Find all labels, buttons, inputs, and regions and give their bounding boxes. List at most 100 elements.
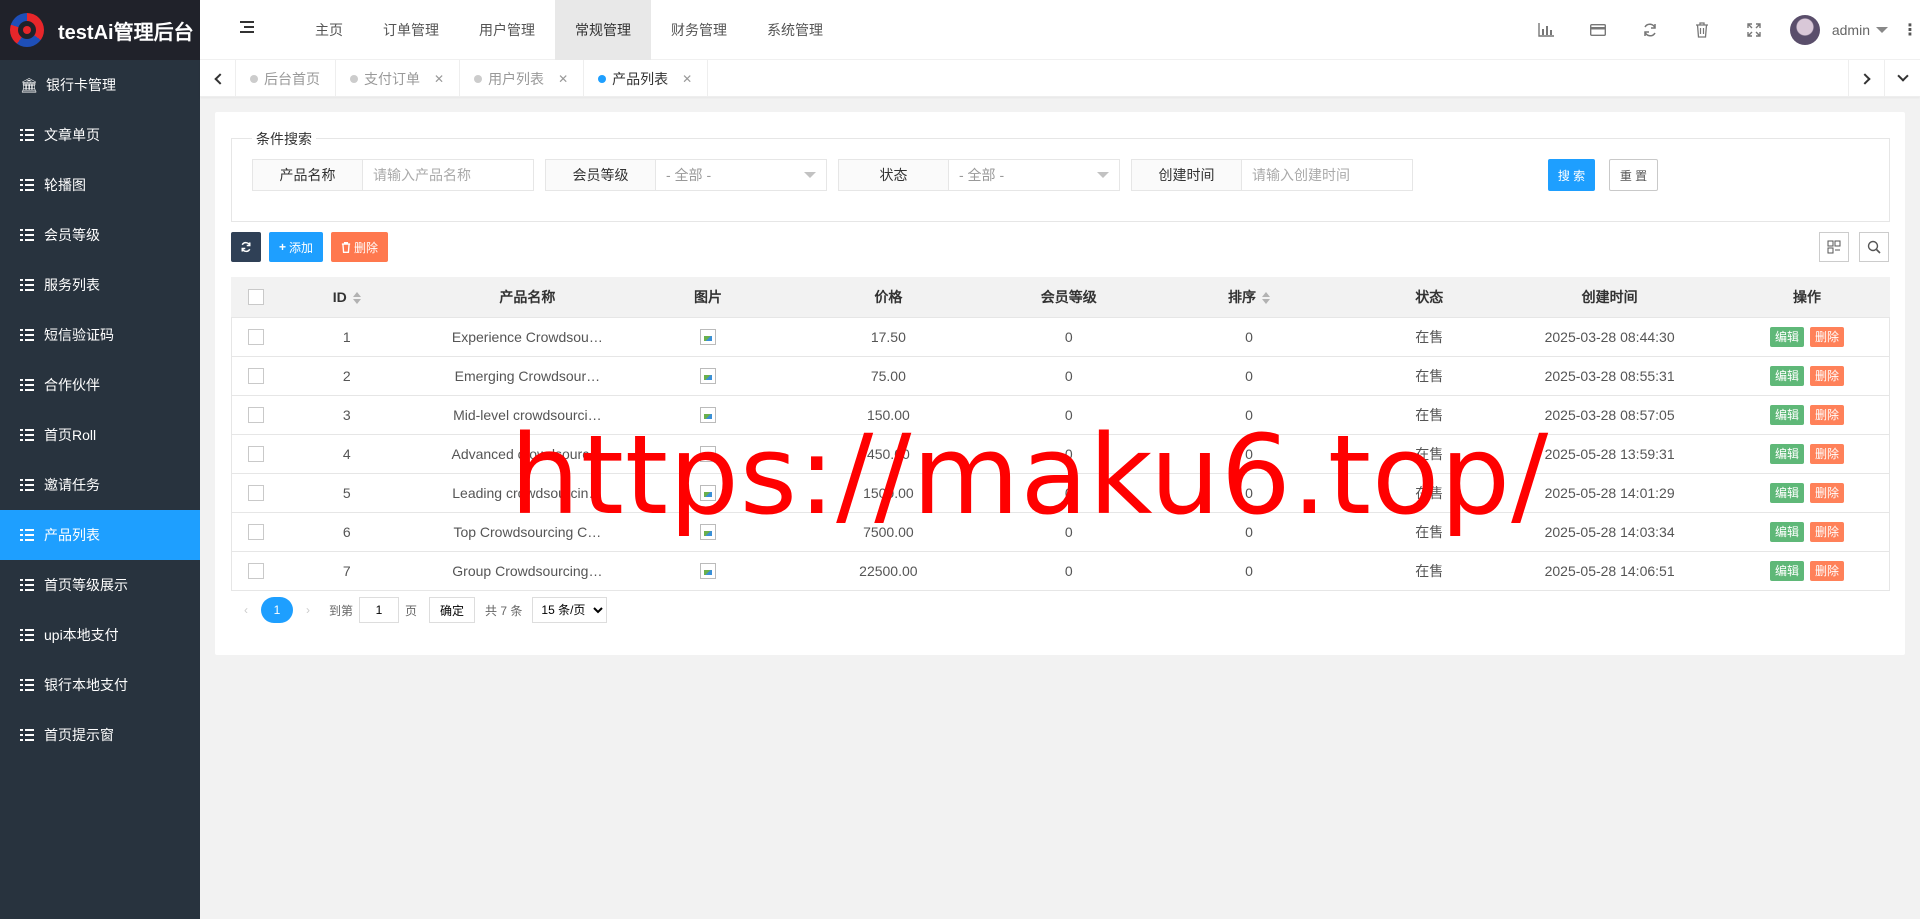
cell-sort: 0: [1134, 473, 1364, 513]
next-page-icon[interactable]: ›: [297, 597, 319, 623]
sidebar-item[interactable]: 服务列表: [0, 260, 200, 310]
sidebar-item[interactable]: 首页提示窗: [0, 710, 200, 760]
close-icon[interactable]: ✕: [682, 72, 692, 86]
sidebar-item[interactable]: 文章单页: [0, 110, 200, 160]
level-select[interactable]: - 全部 -: [656, 160, 826, 190]
row-delete-button[interactable]: 删除: [1809, 404, 1844, 425]
sidebar-item[interactable]: 合作伙伴: [0, 360, 200, 410]
sidebar-item[interactable]: 短信验证码: [0, 310, 200, 360]
top-nav-item[interactable]: 财务管理: [651, 0, 747, 60]
sidebar-item[interactable]: 首页等级展示: [0, 560, 200, 610]
edit-button[interactable]: 编辑: [1769, 521, 1804, 542]
created-input[interactable]: [1242, 160, 1412, 190]
edit-button[interactable]: 编辑: [1769, 443, 1804, 464]
search-button[interactable]: 搜 索: [1548, 159, 1595, 191]
goto-page-input[interactable]: [359, 597, 400, 623]
broken-image-icon[interactable]: [699, 407, 716, 424]
search-icon[interactable]: [1859, 232, 1889, 262]
edit-button[interactable]: 编辑: [1769, 326, 1804, 347]
row-delete-button[interactable]: 删除: [1809, 560, 1844, 581]
top-nav-item[interactable]: 订单管理: [363, 0, 459, 60]
row-checkbox[interactable]: [247, 446, 264, 463]
page-tab[interactable]: 用户列表 ✕: [460, 60, 585, 97]
add-button[interactable]: + 添加: [269, 232, 324, 262]
chart-icon[interactable]: [1520, 0, 1572, 60]
plus-icon: +: [279, 240, 287, 254]
cell-id: 5: [280, 473, 413, 513]
select-all-checkbox[interactable]: [247, 289, 264, 306]
edit-button[interactable]: 编辑: [1769, 365, 1804, 386]
broken-image-icon[interactable]: [699, 446, 716, 463]
edit-button[interactable]: 编辑: [1769, 560, 1804, 581]
row-checkbox[interactable]: [247, 329, 264, 346]
more-vertical-icon[interactable]: ⋮: [1900, 0, 1920, 60]
refresh-button[interactable]: [231, 232, 261, 262]
logo[interactable]: testAi管理后台: [0, 0, 200, 60]
row-delete-button[interactable]: 删除: [1809, 443, 1844, 464]
sort-icon[interactable]: [352, 292, 361, 305]
row-delete-button[interactable]: 删除: [1809, 326, 1844, 347]
prev-page-icon[interactable]: ‹: [235, 597, 257, 623]
page-tab[interactable]: 产品列表 ✕: [584, 60, 709, 97]
product-name-input[interactable]: [363, 160, 533, 190]
sidebar-item[interactable]: 产品列表: [0, 510, 200, 560]
credit-card-icon[interactable]: [1572, 0, 1624, 60]
header-actions: admin ⋮: [1520, 0, 1920, 60]
row-checkbox[interactable]: [247, 563, 264, 580]
columns-filter-icon[interactable]: [1819, 232, 1849, 262]
page-size-select[interactable]: 15 条/页: [532, 597, 608, 623]
edit-button[interactable]: 编辑: [1769, 482, 1804, 503]
reset-button[interactable]: 重 置: [1609, 159, 1658, 191]
sidebar-item[interactable]: 会员等级: [0, 210, 200, 260]
cell-actions: 编辑 删除: [1723, 551, 1890, 591]
row-delete-button[interactable]: 删除: [1809, 482, 1844, 503]
refresh-icon[interactable]: [1624, 0, 1676, 60]
edit-button[interactable]: 编辑: [1769, 404, 1804, 425]
delete-button[interactable]: 删除: [331, 232, 389, 262]
sidebar-item[interactable]: 首页Roll: [0, 410, 200, 460]
broken-image-icon[interactable]: [699, 563, 716, 580]
tabs-scroll-left-icon[interactable]: [200, 60, 236, 97]
broken-image-icon[interactable]: [699, 485, 716, 502]
user-menu[interactable]: admin: [1780, 15, 1900, 45]
row-checkbox[interactable]: [247, 407, 264, 424]
row-checkbox[interactable]: [247, 485, 264, 502]
broken-image-icon[interactable]: [699, 524, 716, 541]
cell-created: 2025-03-28 08:44:30: [1495, 317, 1724, 357]
col-actions: 操作: [1723, 277, 1890, 318]
col-id[interactable]: ID: [280, 277, 413, 318]
sidebar-item[interactable]: upi本地支付: [0, 610, 200, 660]
collapse-sidebar-icon[interactable]: [240, 20, 256, 34]
page-tab[interactable]: 后台首页: [236, 60, 336, 97]
sidebar-item[interactable]: 银行本地支付: [0, 660, 200, 710]
row-delete-button[interactable]: 删除: [1809, 365, 1844, 386]
close-icon[interactable]: ✕: [434, 72, 444, 86]
page-tab[interactable]: 支付订单 ✕: [336, 60, 461, 97]
status-select[interactable]: - 全部 -: [949, 160, 1119, 190]
sidebar-item[interactable]: 邀请任务: [0, 460, 200, 510]
current-page-button[interactable]: 1: [261, 597, 293, 623]
broken-image-icon[interactable]: [699, 368, 716, 385]
row-select-cell: [231, 395, 281, 435]
sidebar-item[interactable]: 🏛 银行卡管理: [0, 60, 200, 110]
close-icon[interactable]: ✕: [558, 72, 568, 86]
col-sort[interactable]: 排序: [1134, 277, 1364, 318]
top-nav-item[interactable]: 常规管理: [555, 0, 651, 60]
fullscreen-icon[interactable]: [1728, 0, 1780, 60]
tabs-dropdown-icon[interactable]: [1884, 60, 1920, 97]
row-checkbox[interactable]: [247, 368, 264, 385]
broken-image-icon[interactable]: [699, 329, 716, 346]
cell-sort: 0: [1134, 551, 1364, 591]
sidebar-item[interactable]: 轮播图: [0, 160, 200, 210]
trash-icon[interactable]: [1676, 0, 1728, 60]
col-price: 价格: [774, 277, 1003, 318]
row-checkbox[interactable]: [247, 524, 264, 541]
goto-confirm-button[interactable]: 确定: [429, 597, 476, 623]
tabs-scroll-right-icon[interactable]: [1848, 60, 1884, 97]
top-nav-item[interactable]: 系统管理: [747, 0, 843, 60]
row-delete-button[interactable]: 删除: [1809, 521, 1844, 542]
page-tab-label: 支付订单: [364, 70, 420, 87]
sort-icon[interactable]: [1262, 292, 1270, 305]
top-nav-item[interactable]: 主页: [295, 0, 363, 60]
top-nav-item[interactable]: 用户管理: [459, 0, 555, 60]
